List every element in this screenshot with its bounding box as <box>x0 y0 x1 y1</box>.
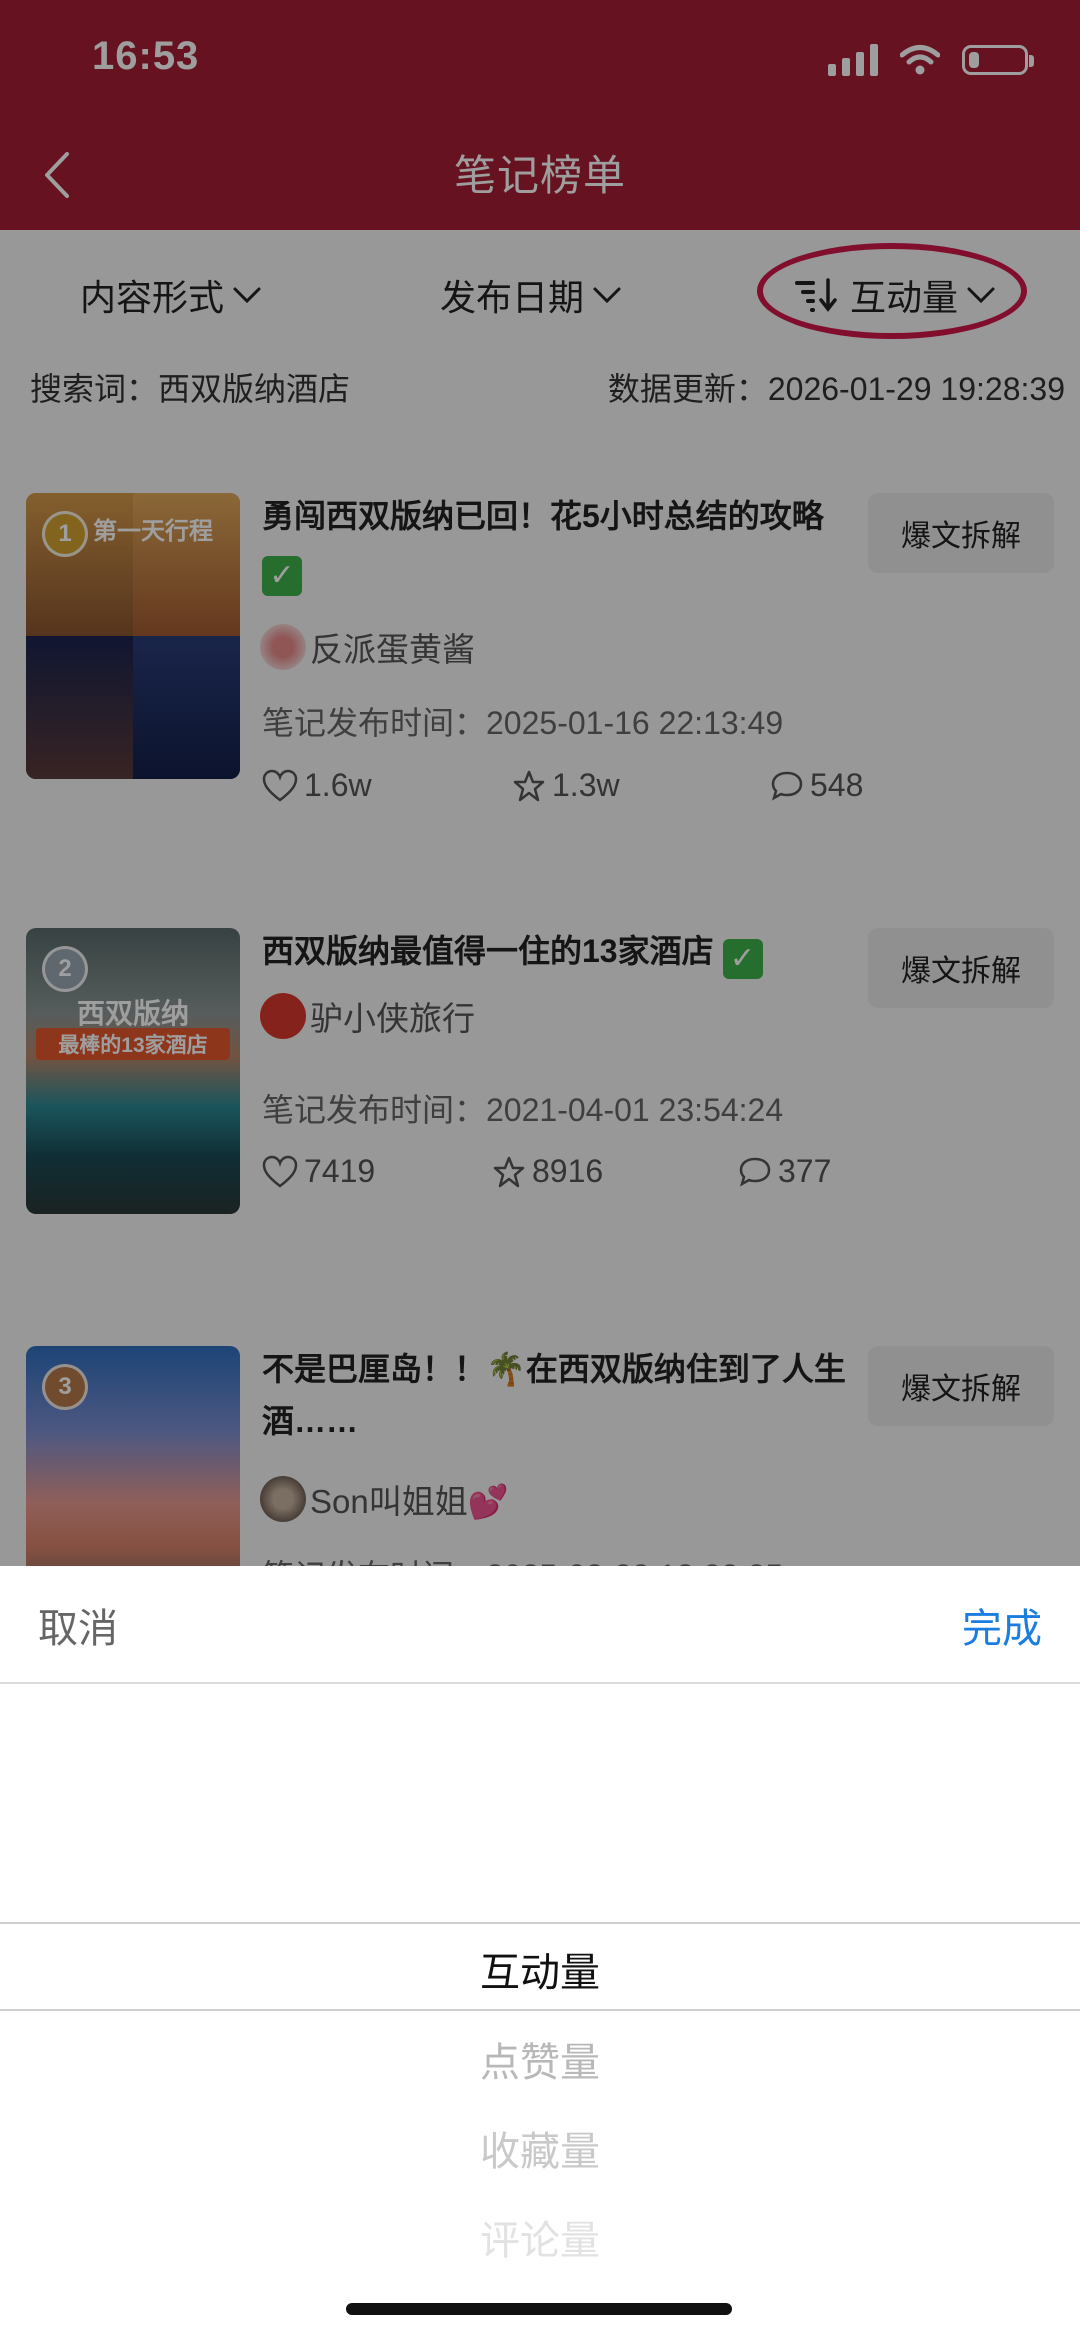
picker-toolbar: 取消 完成 <box>0 1566 1080 1684</box>
picker-selection-top-line <box>0 1922 1080 1924</box>
sort-picker-sheet: 取消 完成 互动量 点赞量 收藏量 评论量 <box>0 1566 1080 2337</box>
picker-option[interactable]: 评论量 <box>0 2208 1080 2266</box>
picker-option-selected[interactable]: 互动量 <box>0 1940 1080 1998</box>
home-indicator[interactable] <box>346 2303 732 2315</box>
done-button[interactable]: 完成 <box>962 1596 1042 1654</box>
picker-selection-bottom-line <box>0 2009 1080 2011</box>
cancel-button[interactable]: 取消 <box>38 1596 118 1654</box>
modal-overlay[interactable] <box>0 0 1080 1566</box>
picker-option[interactable]: 收藏量 <box>0 2119 1080 2177</box>
picker-option[interactable]: 点赞量 <box>0 2030 1080 2088</box>
